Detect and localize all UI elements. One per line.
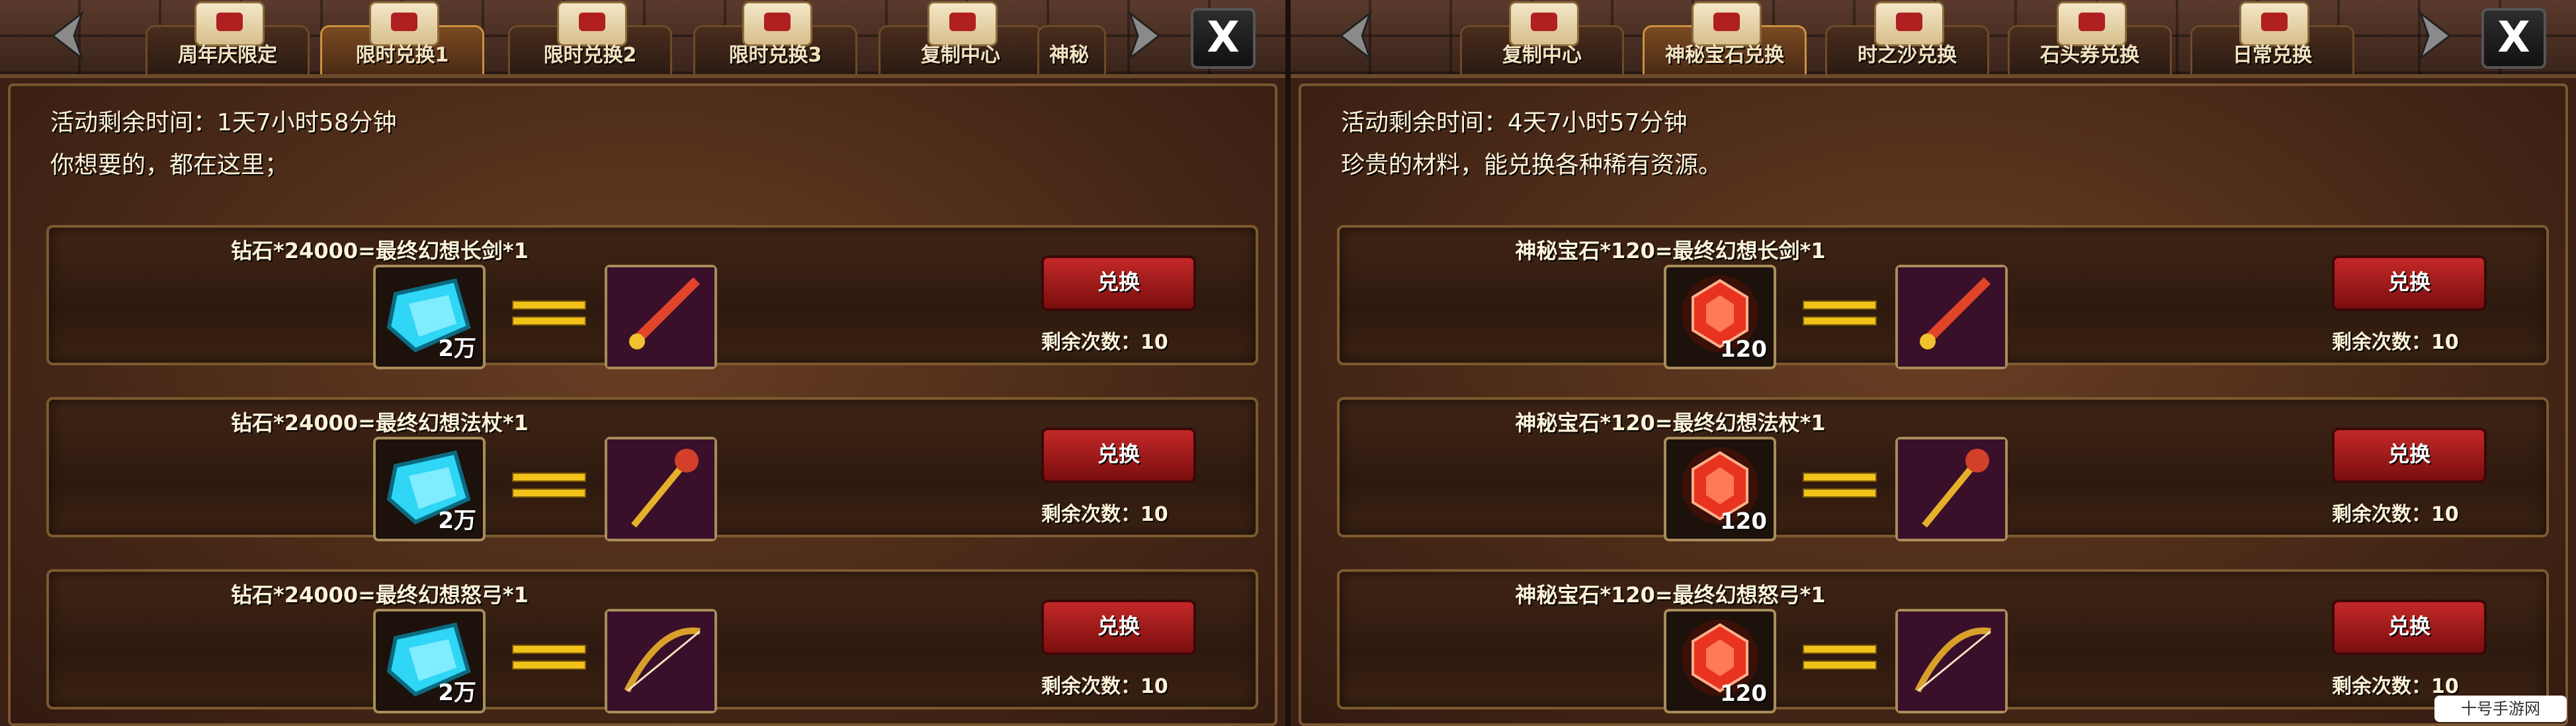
remaining-count: 剩余次数：10 — [1041, 331, 1168, 354]
exchange-content: 活动剩余时间：4天7小时57分钟 珍贵的材料，能兑换各种稀有资源。 神秘宝石*1… — [1299, 83, 2568, 726]
exchange-button[interactable]: 兑换 — [1041, 428, 1196, 483]
tab-daily-exchange[interactable]: 日常兑换 — [2185, 0, 2360, 74]
right-panel: 复制中心 神秘宝石兑换 时之沙兑换 石头券兑换 日常兑换 X 活动剩余时间：4天… — [1291, 0, 2576, 726]
staff-icon — [1895, 437, 2008, 541]
tab-stone-voucher-exchange[interactable]: 石头券兑换 — [2002, 0, 2177, 74]
tab-bar: 复制中心 神秘宝石兑换 时之沙兑换 石头券兑换 日常兑换 X — [1291, 0, 2576, 78]
remaining-count: 剩余次数：10 — [1041, 675, 1168, 698]
exchange-formula: 神秘宝石*120=最终幻想长剑*1 — [1515, 238, 1826, 263]
remaining-count: 剩余次数：10 — [2332, 503, 2459, 526]
exchange-formula: 神秘宝石*120=最终幻想怒弓*1 — [1515, 582, 1826, 608]
bow-icon — [1895, 609, 2008, 713]
ruby-gem-icon: 120 — [1664, 437, 1776, 541]
diamond-icon: 2万 — [373, 265, 486, 369]
tab-mystery-partial[interactable]: 神秘 — [1032, 0, 1111, 74]
event-description: 你想要的，都在这里； — [50, 152, 289, 179]
tab-limited-exchange-3[interactable]: 限时兑换3 — [688, 0, 863, 74]
remaining-time-text: 活动剩余时间：1天7小时58分钟 — [50, 109, 397, 136]
exchange-button[interactable]: 兑换 — [1041, 600, 1196, 655]
tab-bar: 周年庆限定 限时兑换1 限时兑换2 限时兑换3 复制中心 神秘 X — [0, 0, 1285, 78]
equals-icon — [512, 470, 586, 500]
tab-copy-center[interactable]: 复制中心 — [1455, 0, 1629, 74]
tab-copy-center[interactable]: 复制中心 — [873, 0, 1048, 74]
remaining-time-text: 活动剩余时间：4天7小时57分钟 — [1341, 109, 1688, 136]
equals-icon — [1803, 642, 1877, 672]
next-tab-arrow-icon[interactable] — [2415, 9, 2455, 62]
exchange-row: 神秘宝石*120=最终幻想长剑*1 120 兑换 剩余次数：10 — [1337, 225, 2549, 369]
exchange-formula: 钻石*24000=最终幻想怒弓*1 — [231, 582, 529, 608]
staff-icon — [605, 437, 717, 541]
exchange-content: 活动剩余时间：1天7小时58分钟 你想要的，都在这里； 钻石*24000=最终幻… — [8, 83, 1277, 726]
diamond-icon: 2万 — [373, 437, 486, 541]
remaining-count: 剩余次数：10 — [2332, 331, 2459, 354]
exchange-row: 钻石*24000=最终幻想怒弓*1 2万 兑换 剩余次数：10 — [46, 569, 1258, 713]
tab-limited-exchange-1[interactable]: 限时兑换1 — [315, 0, 490, 74]
diamond-icon: 2万 — [373, 609, 486, 713]
site-watermark: 十号手游网 — [2434, 696, 2567, 722]
remaining-count: 剩余次数：10 — [1041, 503, 1168, 526]
tab-sand-of-time-exchange[interactable]: 时之沙兑换 — [1820, 0, 1995, 74]
equals-icon — [512, 298, 586, 328]
exchange-button[interactable]: 兑换 — [2332, 255, 2487, 311]
exchange-row: 钻石*24000=最终幻想长剑*1 2万 兑换 剩余次数：10 — [46, 225, 1258, 369]
exchange-button[interactable]: 兑换 — [2332, 600, 2487, 655]
exchange-formula: 钻石*24000=最终幻想长剑*1 — [231, 238, 529, 263]
exchange-formula: 钻石*24000=最终幻想法杖*1 — [231, 410, 529, 435]
prev-tab-arrow-icon[interactable] — [1336, 9, 1375, 62]
ruby-gem-icon: 120 — [1664, 609, 1776, 713]
exchange-button[interactable]: 兑换 — [2332, 428, 2487, 483]
tab-limited-exchange-2[interactable]: 限时兑换2 — [503, 0, 677, 74]
left-panel: 周年庆限定 限时兑换1 限时兑换2 限时兑换3 复制中心 神秘 X 活动剩余时间… — [0, 0, 1285, 726]
tab-mystery-gem-exchange[interactable]: 神秘宝石兑换 — [1637, 0, 1812, 74]
bow-icon — [605, 609, 717, 713]
ruby-gem-icon: 120 — [1664, 265, 1776, 369]
event-description: 珍贵的材料，能兑换各种稀有资源。 — [1341, 152, 1723, 179]
exchange-row: 神秘宝石*120=最终幻想法杖*1 120 兑换 剩余次数：10 — [1337, 397, 2549, 541]
close-button[interactable]: X — [1191, 8, 1256, 69]
close-button[interactable]: X — [2481, 8, 2546, 69]
equals-icon — [1803, 470, 1877, 500]
exchange-formula: 神秘宝石*120=最终幻想法杖*1 — [1515, 410, 1826, 435]
exchange-row: 神秘宝石*120=最终幻想怒弓*1 120 兑换 剩余次数：10 — [1337, 569, 2549, 713]
sword-icon — [605, 265, 717, 369]
next-tab-arrow-icon[interactable] — [1125, 9, 1164, 62]
sword-icon — [1895, 265, 2008, 369]
exchange-button[interactable]: 兑换 — [1041, 255, 1196, 311]
exchange-row: 钻石*24000=最终幻想法杖*1 2万 兑换 剩余次数：10 — [46, 397, 1258, 541]
remaining-count: 剩余次数：10 — [2332, 675, 2459, 698]
prev-tab-arrow-icon[interactable] — [48, 9, 87, 62]
equals-icon — [512, 642, 586, 672]
equals-icon — [1803, 298, 1877, 328]
tab-anniversary-limited[interactable]: 周年庆限定 — [140, 0, 315, 74]
